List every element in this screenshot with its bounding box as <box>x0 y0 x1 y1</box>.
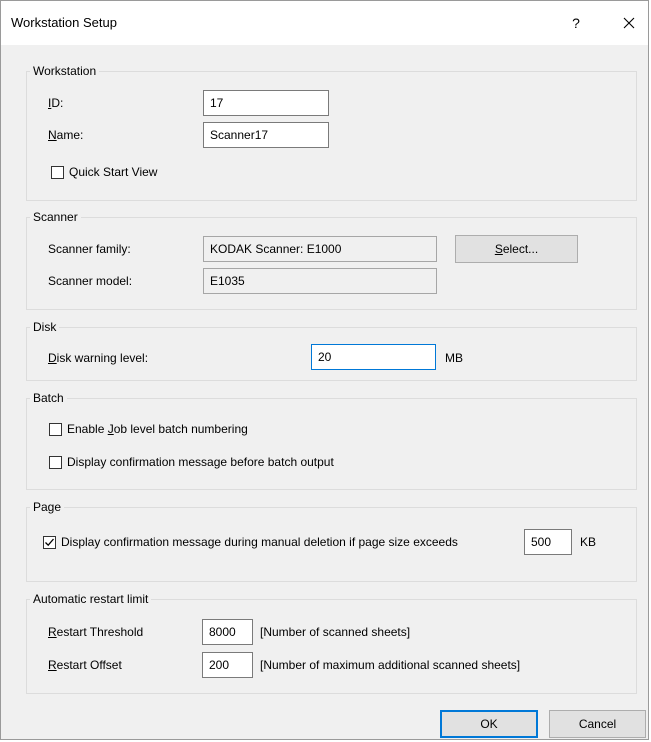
restart-offset-hint: [Number of maximum additional scanned sh… <box>260 658 521 672</box>
job-level-batch-numbering-checkbox[interactable] <box>49 423 62 436</box>
workstation-group: Workstation ID: 17 Name: Scanner17 Quick… <box>26 63 637 201</box>
close-button[interactable] <box>612 9 646 37</box>
page-legend: Page <box>30 499 65 515</box>
page-size-unit-label: KB <box>580 535 597 549</box>
batch-legend: Batch <box>30 390 67 406</box>
disk-legend: Disk <box>30 319 60 335</box>
restart-offset-label: Restart Offset <box>48 658 122 672</box>
id-label: ID: <box>48 96 64 110</box>
restart-threshold-field[interactable]: 8000 <box>202 619 253 645</box>
close-icon <box>623 17 635 29</box>
page-size-field[interactable]: 500 <box>524 529 572 555</box>
dialog-body: Workstation ID: 17 Name: Scanner17 Quick… <box>1 45 648 739</box>
name-field[interactable]: Scanner17 <box>203 122 329 148</box>
automatic-restart-legend: Automatic restart limit <box>30 591 152 607</box>
batch-group: Batch Enable Job level batch numbering D… <box>26 390 637 490</box>
restart-offset-field[interactable]: 200 <box>202 652 253 678</box>
select-scanner-button[interactable]: Select... <box>455 235 578 263</box>
scanner-model-field: E1035 <box>203 268 437 294</box>
workstation-legend: Workstation <box>30 63 100 79</box>
scanner-family-label: Scanner family: <box>48 242 131 256</box>
title-bar: Workstation Setup ? <box>1 1 648 45</box>
ok-button[interactable]: OK <box>440 710 538 738</box>
disk-warning-label: Disk warning level: <box>48 351 149 365</box>
page-deletion-confirmation-label: Display confirmation message during manu… <box>61 535 458 549</box>
dialog-title: Workstation Setup <box>11 15 117 30</box>
name-label: Name: <box>48 128 84 142</box>
checkmark-icon <box>45 538 54 547</box>
restart-threshold-label: Restart Threshold <box>48 625 144 639</box>
automatic-restart-group: Automatic restart limit Restart Threshol… <box>26 591 637 694</box>
job-level-batch-numbering-label: Enable Job level batch numbering <box>67 422 248 436</box>
restart-threshold-hint: [Number of scanned sheets] <box>260 625 411 639</box>
disk-unit-label: MB <box>445 351 463 365</box>
quick-start-view-label: Quick Start View <box>69 165 158 179</box>
quick-start-view-checkbox[interactable] <box>51 166 64 179</box>
workstation-setup-dialog: Workstation Setup ? Workstation ID: 17 N… <box>0 0 649 740</box>
id-field[interactable]: 17 <box>203 90 329 116</box>
page-deletion-confirmation-checkbox[interactable] <box>43 536 56 549</box>
cancel-button[interactable]: Cancel <box>549 710 646 738</box>
help-button[interactable]: ? <box>561 9 591 37</box>
scanner-group: Scanner Scanner family: KODAK Scanner: E… <box>26 209 637 310</box>
disk-group: Disk Disk warning level: 20 MB <box>26 319 637 381</box>
batch-output-confirmation-checkbox[interactable] <box>49 456 62 469</box>
help-icon: ? <box>572 15 580 31</box>
scanner-legend: Scanner <box>30 209 81 225</box>
scanner-family-field: KODAK Scanner: E1000 <box>203 236 437 262</box>
batch-output-confirmation-label: Display confirmation message before batc… <box>67 455 334 469</box>
scanner-model-label: Scanner model: <box>48 274 133 288</box>
page-group: Page Display confirmation message during… <box>26 499 637 582</box>
disk-warning-field[interactable]: 20 <box>311 344 436 370</box>
